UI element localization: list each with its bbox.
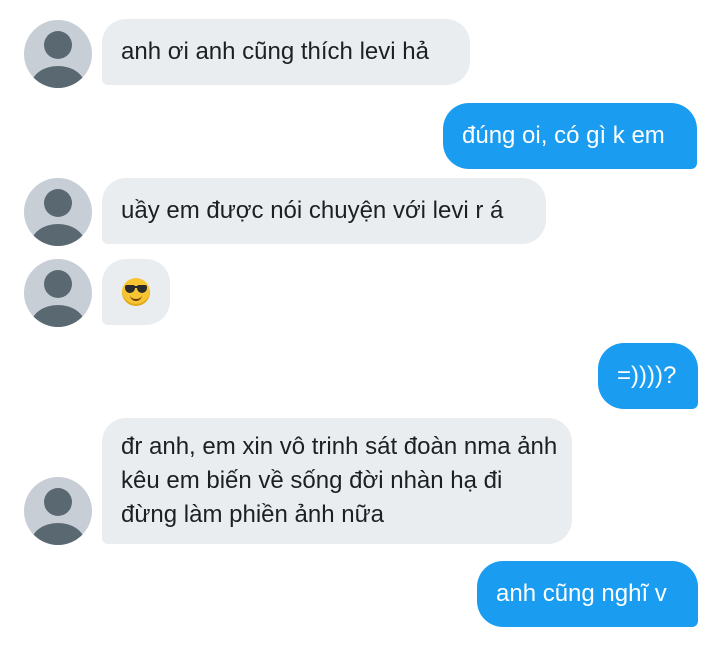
outgoing-message-bubble[interactable]: =))))?	[598, 343, 698, 409]
avatar-body	[31, 523, 85, 545]
message-text: uầy em được nói chuyện với levi r á	[121, 197, 504, 224]
incoming-message-bubble[interactable]: uầy em được nói chuyện với levi r á	[102, 178, 546, 244]
avatar-head	[44, 189, 72, 217]
message-text: đúng oi, có gì k em	[462, 122, 665, 149]
outgoing-message-bubble[interactable]: đúng oi, có gì k em	[443, 103, 697, 169]
avatar-head	[44, 270, 72, 298]
incoming-emoji-bubble[interactable]	[102, 259, 170, 325]
avatar[interactable]	[24, 477, 92, 545]
avatar-body	[31, 224, 85, 246]
avatar-body	[31, 305, 85, 327]
message-text: anh cũng nghĩ v	[496, 580, 667, 607]
avatar[interactable]	[24, 178, 92, 246]
sunglasses-emoji-icon	[122, 278, 150, 306]
avatar-body	[31, 66, 85, 88]
outgoing-message-bubble[interactable]: anh cũng nghĩ v	[477, 561, 698, 627]
incoming-message-bubble[interactable]: anh ơi anh cũng thích levi hả	[102, 19, 470, 85]
avatar[interactable]	[24, 20, 92, 88]
avatar[interactable]	[24, 259, 92, 327]
message-text: anh ơi anh cũng thích levi hả	[121, 38, 429, 65]
incoming-message-bubble[interactable]: đr anh, em xin vô trinh sát đoàn nma ảnh…	[102, 418, 572, 544]
avatar-head	[44, 488, 72, 516]
avatar-head	[44, 31, 72, 59]
message-text: =))))?	[617, 362, 677, 389]
message-text: đr anh, em xin vô trinh sát đoàn nma ảnh…	[121, 433, 558, 528]
